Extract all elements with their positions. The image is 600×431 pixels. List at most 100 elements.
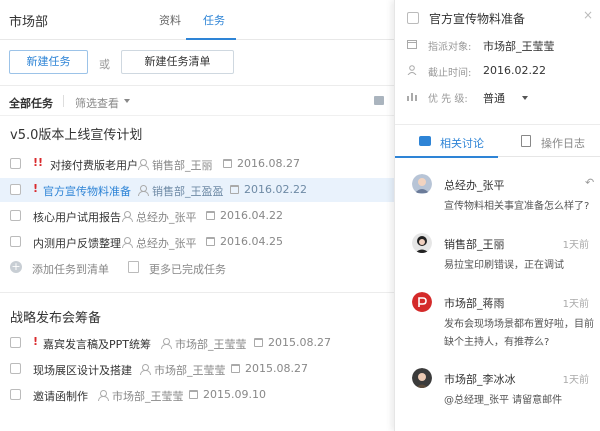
avatar[interactable]	[412, 233, 432, 253]
filter-bar: 全部任务 筛选查看	[0, 86, 394, 116]
user-icon	[140, 364, 151, 375]
group-divider	[0, 292, 394, 293]
comment-author[interactable]: 总经办_张平	[444, 177, 505, 193]
detail-title[interactable]: 官方宣传物料准备	[429, 10, 525, 27]
assignee-label: 指派对象:	[428, 42, 472, 53]
task-row[interactable]: ! 嘉宾发言稿及PPT统筹 市场部_王莹莹 2015.08.27	[0, 331, 394, 355]
task-group-title: v5.0版本上线宣传计划	[10, 128, 143, 143]
priority-marker: !	[33, 182, 39, 195]
task-date: 2016.04.22	[220, 209, 283, 222]
chevron-down-icon[interactable]	[522, 96, 528, 100]
task-date: 2016.08.27	[237, 157, 300, 170]
close-icon[interactable]: ×	[583, 8, 593, 22]
priority-row: 优 先 级: 普通	[407, 88, 597, 108]
task-checkbox[interactable]	[10, 236, 21, 247]
completed-tasks-icon[interactable]	[128, 261, 139, 273]
task-checkbox[interactable]	[10, 210, 21, 221]
comment-item: 销售部_王丽 1天前 易拉宝印刷错误，正在调试	[395, 233, 600, 295]
task-detail-panel: 官方宣传物料准备 × 指派对象: 市场部_王莹莹 截止时间: 2016.02.2…	[394, 0, 600, 431]
user-icon	[98, 390, 109, 401]
task-title[interactable]: 对接付费版老用户	[50, 157, 138, 173]
active-tab-indicator	[395, 156, 498, 158]
detail-complete-checkbox[interactable]	[407, 12, 419, 24]
calendar-icon	[206, 237, 215, 246]
avatar[interactable]	[412, 174, 432, 194]
task-owner: 市场部_王莹莹	[154, 364, 226, 377]
user-icon	[122, 237, 133, 248]
department-title: 市场部	[9, 15, 49, 30]
task-date: 2015.09.10	[203, 388, 266, 401]
task-checkbox[interactable]	[10, 363, 21, 374]
task-checkbox[interactable]	[10, 158, 21, 169]
add-task-link[interactable]: 添加任务到清单	[32, 261, 109, 277]
priority-marker: !	[33, 335, 39, 348]
task-row[interactable]: 现场展区设计及搭建 市场部_王莹莹 2015.08.27	[0, 357, 394, 381]
or-label: 或	[99, 58, 110, 71]
task-title[interactable]: 核心用户试用报告	[33, 209, 121, 225]
comment-time: 1天前	[562, 299, 589, 310]
calendar-icon	[223, 159, 232, 168]
filter-dropdown[interactable]: 筛选查看	[75, 95, 119, 111]
priority-marker: !!	[33, 156, 44, 169]
task-date: 2015.08.27	[268, 336, 331, 349]
task-owner: 销售部_王盈盈	[152, 185, 224, 198]
priority-dropdown[interactable]: 普通	[483, 90, 505, 106]
comment-item: 市场部_蒋雨 1天前 发布会现场场景都布置好啦，目前缺个主持人，有推荐么?	[395, 292, 600, 354]
calendar-icon	[189, 390, 198, 399]
new-task-list-button[interactable]: 新建任务清单	[121, 50, 234, 74]
calendar-icon	[254, 338, 263, 347]
all-tasks-label[interactable]: 全部任务	[9, 95, 53, 111]
priority-label: 优 先 级:	[428, 94, 468, 105]
comment-author[interactable]: 销售部_王丽	[444, 236, 505, 252]
tab-tasks[interactable]: 任务	[203, 12, 225, 28]
task-row[interactable]: !! 对接付费版老用户 销售部_王丽 2016.08.27	[0, 152, 394, 176]
calendar-icon	[206, 211, 215, 220]
chevron-down-icon[interactable]	[124, 99, 130, 103]
task-owner: 市场部_王莹莹	[175, 338, 247, 351]
comment-author[interactable]: 市场部_李冰冰	[444, 371, 516, 387]
new-task-button[interactable]: 新建任务	[9, 50, 88, 74]
priority-bars-icon	[407, 93, 417, 101]
task-checkbox[interactable]	[10, 337, 21, 348]
task-group-title: 战略发布会筹备	[10, 311, 102, 326]
task-row[interactable]: 内测用户反馈整理 总经办_张平 2016.04.25	[0, 230, 394, 254]
task-row[interactable]: 邀请函制作 市场部_王莹莹 2015.09.10	[0, 383, 394, 407]
assignee-value[interactable]: 市场部_王莹莹	[483, 38, 555, 54]
task-title[interactable]: 官方宣传物料准备	[43, 183, 131, 199]
divider	[63, 95, 64, 107]
task-title[interactable]: 邀请函制作	[33, 388, 88, 404]
task-checkbox[interactable]	[10, 184, 21, 195]
task-list-panel: 市场部 资料 任务 新建任务 或 新建任务清单 全部任务 筛选查看 v5.0版本…	[0, 0, 394, 431]
task-title[interactable]: 内测用户反馈整理	[33, 235, 121, 251]
deadline-value[interactable]: 2016.02.22	[483, 64, 546, 77]
task-row-selected[interactable]: ! 官方宣传物料准备 销售部_王盈盈 2016.02.22	[0, 178, 394, 202]
tab-profile[interactable]: 资料	[159, 12, 181, 28]
comment-text: 发布会现场场景都布置好啦，目前缺个主持人，有推荐么?	[444, 319, 594, 348]
user-icon	[122, 211, 133, 222]
task-checkbox[interactable]	[10, 389, 21, 400]
comment-author[interactable]: 市场部_蒋雨	[444, 295, 505, 311]
comment-text: 宣传物料相关事宜准备怎么样了?	[444, 201, 590, 212]
avatar[interactable]	[412, 292, 432, 312]
deadline-row: 截止时间: 2016.02.22	[407, 62, 597, 82]
calendar-icon	[230, 185, 239, 194]
task-date: 2016.04.25	[220, 235, 283, 248]
archive-icon[interactable]	[374, 96, 384, 105]
chat-icon	[419, 136, 431, 146]
comment-time: 1天前	[562, 240, 589, 251]
task-row[interactable]: 核心用户试用报告 总经办_张平 2016.04.22	[0, 204, 394, 228]
comment-text: 易拉宝印刷错误，正在调试	[444, 260, 564, 271]
reply-icon[interactable]: ↶	[585, 176, 594, 189]
more-completed-link[interactable]: 更多已完成任务	[149, 261, 226, 277]
comment-text: @总经理_张平 请留意邮件	[444, 395, 563, 406]
user-icon	[138, 185, 149, 196]
tab-activity-log[interactable]: 操作日志	[541, 135, 585, 151]
task-title[interactable]: 嘉宾发言稿及PPT统筹	[43, 336, 151, 352]
task-owner: 销售部_王丽	[152, 159, 213, 172]
detail-header: 官方宣传物料准备 × 指派对象: 市场部_王莹莹 截止时间: 2016.02.2…	[395, 0, 600, 120]
task-title[interactable]: 现场展区设计及搭建	[33, 362, 132, 378]
tab-discussion[interactable]: 相关讨论	[440, 135, 484, 151]
avatar[interactable]	[412, 368, 432, 388]
plus-icon[interactable]: +	[10, 261, 22, 273]
comment-time: 1天前	[562, 375, 589, 386]
